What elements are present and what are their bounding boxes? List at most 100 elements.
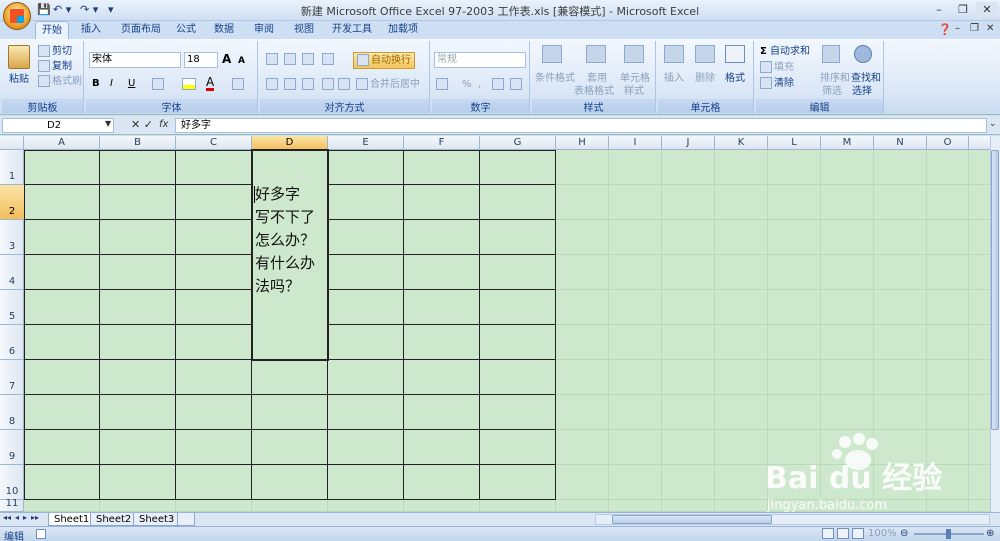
redo-icon[interactable]: ↷ ▾ bbox=[80, 3, 98, 18]
row-header-5[interactable]: 5 bbox=[0, 290, 24, 325]
increase-indent-icon[interactable] bbox=[338, 78, 350, 90]
column-header-h[interactable]: H bbox=[556, 136, 609, 150]
maximize-button[interactable]: ❐ bbox=[952, 2, 974, 18]
undo-icon[interactable]: ↶ ▾ bbox=[53, 3, 71, 18]
tab-insert[interactable]: 插入 bbox=[75, 21, 107, 39]
tab-home[interactable]: 开始 bbox=[35, 21, 69, 39]
column-header-c[interactable]: C bbox=[176, 136, 252, 150]
sheet-tab-sheet1[interactable]: Sheet1 bbox=[48, 513, 96, 526]
table-format-button-line2[interactable]: 表格格式 bbox=[574, 85, 614, 98]
delete-cells-button[interactable]: 删除 bbox=[695, 72, 715, 85]
zoom-in-icon[interactable]: ⊕ bbox=[986, 528, 994, 539]
align-bottom-icon[interactable] bbox=[302, 53, 314, 65]
autosum-button[interactable]: 自动求和 bbox=[770, 46, 810, 57]
zoom-level[interactable]: 100% bbox=[868, 528, 897, 539]
tab-addins[interactable]: 加载项 bbox=[382, 21, 424, 39]
column-header-a[interactable]: A bbox=[24, 136, 100, 150]
row-header-6[interactable]: 6 bbox=[0, 325, 24, 360]
column-header-o[interactable]: O bbox=[927, 136, 969, 150]
find-select-button-line2[interactable]: 选择 bbox=[852, 85, 872, 98]
expand-formula-bar-icon[interactable]: ⌄ bbox=[989, 119, 997, 129]
active-cell-editor[interactable]: 好多字 写不下了 怎么办？ 有什么办 法吗？ bbox=[251, 149, 329, 361]
fill-button[interactable]: 填充 bbox=[774, 62, 794, 73]
next-sheet-button[interactable]: ▸ bbox=[23, 513, 27, 522]
decrease-indent-icon[interactable] bbox=[322, 78, 334, 90]
column-header-l[interactable]: L bbox=[768, 136, 821, 150]
prev-sheet-button[interactable]: ◂ bbox=[15, 513, 19, 522]
percent-button[interactable]: % bbox=[462, 78, 472, 91]
number-format-select[interactable]: 常规 bbox=[434, 52, 526, 68]
phonetic-icon[interactable] bbox=[232, 78, 244, 90]
cell-styles-button[interactable]: 单元格 bbox=[620, 72, 650, 85]
row-header-4[interactable]: 4 bbox=[0, 255, 24, 290]
align-right-icon[interactable] bbox=[302, 78, 314, 90]
fill-color-icon[interactable] bbox=[182, 78, 196, 90]
row-header-1[interactable]: 1 bbox=[0, 150, 24, 185]
formula-input[interactable]: 好多字 bbox=[175, 118, 987, 133]
increase-decimal-icon[interactable] bbox=[492, 78, 504, 90]
row-header-10[interactable]: 10 bbox=[0, 465, 24, 500]
column-header-k[interactable]: K bbox=[715, 136, 768, 150]
paste-button[interactable]: 粘贴 bbox=[9, 73, 29, 86]
normal-view-icon[interactable] bbox=[822, 528, 834, 539]
format-cells-button[interactable]: 格式 bbox=[725, 72, 745, 85]
column-header-i[interactable]: I bbox=[609, 136, 662, 150]
tab-view[interactable]: 视图 bbox=[288, 21, 320, 39]
border-icon[interactable] bbox=[152, 78, 164, 90]
wrap-text-button[interactable]: 自动换行 bbox=[353, 52, 415, 69]
cut-button[interactable]: 剪切 bbox=[52, 46, 72, 57]
row-header-8[interactable]: 8 bbox=[0, 395, 24, 430]
shrink-font-button[interactable]: A bbox=[238, 55, 245, 68]
insert-cells-button[interactable]: 插入 bbox=[664, 72, 684, 85]
first-sheet-button[interactable]: ◂◂ bbox=[3, 513, 11, 522]
column-header-e[interactable]: E bbox=[328, 136, 404, 150]
last-sheet-button[interactable]: ▸▸ bbox=[31, 513, 39, 522]
table-format-button[interactable]: 套用 bbox=[587, 72, 607, 85]
orientation-icon[interactable] bbox=[322, 53, 334, 65]
tab-data[interactable]: 数据 bbox=[208, 21, 240, 39]
row-header-9[interactable]: 9 bbox=[0, 430, 24, 465]
cell-styles-button-line2[interactable]: 样式 bbox=[624, 85, 644, 98]
bold-button[interactable]: B bbox=[92, 77, 100, 90]
office-button[interactable] bbox=[3, 2, 31, 30]
tab-page-layout[interactable]: 页面布局 bbox=[115, 21, 167, 39]
underline-button[interactable]: U bbox=[128, 77, 135, 90]
ribbon-restore-icon[interactable]: ❐ bbox=[970, 23, 979, 34]
comma-button[interactable]: , bbox=[478, 78, 481, 91]
format-painter-button[interactable]: 格式刷 bbox=[52, 76, 82, 87]
tab-developer[interactable]: 开发工具 bbox=[326, 21, 378, 39]
font-size-select[interactable]: 18 bbox=[184, 52, 218, 68]
row-header-11[interactable]: 11 bbox=[0, 498, 24, 512]
column-header-j[interactable]: J bbox=[662, 136, 715, 150]
save-icon[interactable]: 💾 bbox=[37, 3, 51, 18]
column-header-g[interactable]: G bbox=[480, 136, 556, 150]
page-layout-view-icon[interactable] bbox=[837, 528, 849, 539]
insert-function-icon[interactable]: fx bbox=[159, 119, 168, 130]
find-select-button[interactable]: 查找和 bbox=[851, 72, 881, 85]
align-left-icon[interactable] bbox=[266, 78, 278, 90]
conditional-format-button[interactable]: 条件格式 bbox=[535, 72, 575, 85]
horizontal-scroll-thumb[interactable] bbox=[612, 515, 772, 524]
tab-review[interactable]: 审阅 bbox=[248, 21, 280, 39]
align-top-icon[interactable] bbox=[266, 53, 278, 65]
vertical-scroll-thumb[interactable] bbox=[991, 150, 999, 430]
merge-center-button[interactable]: 合并后居中 bbox=[370, 79, 420, 90]
column-header-d[interactable]: D bbox=[252, 136, 328, 150]
help-icon[interactable]: ❓ bbox=[938, 23, 952, 36]
qat-customize-icon[interactable]: ▾ bbox=[108, 3, 114, 18]
cancel-confirm-icons[interactable]: ✕ ✓ bbox=[131, 118, 153, 131]
column-header-b[interactable]: B bbox=[100, 136, 176, 150]
currency-icon[interactable] bbox=[436, 78, 448, 90]
zoom-slider-thumb[interactable] bbox=[946, 529, 951, 539]
row-header-3[interactable]: 3 bbox=[0, 220, 24, 255]
clear-button[interactable]: 清除 bbox=[774, 78, 794, 89]
insert-sheet-icon[interactable] bbox=[177, 513, 195, 526]
font-color-icon[interactable]: A bbox=[206, 76, 215, 91]
italic-button[interactable]: I bbox=[110, 77, 113, 90]
name-box-dropdown-icon[interactable]: ▼ bbox=[105, 119, 111, 128]
decrease-decimal-icon[interactable] bbox=[510, 78, 522, 90]
zoom-out-icon[interactable]: ⊖ bbox=[900, 528, 908, 539]
row-header-7[interactable]: 7 bbox=[0, 360, 24, 395]
copy-button[interactable]: 复制 bbox=[52, 61, 72, 72]
close-button[interactable]: ✕ bbox=[976, 2, 998, 18]
